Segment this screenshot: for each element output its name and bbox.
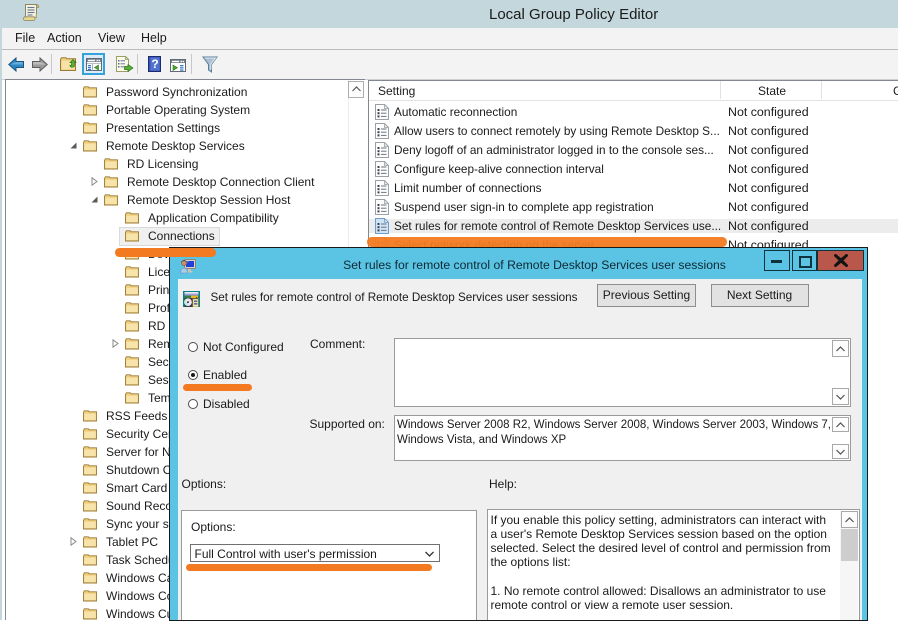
- svg-text:?: ?: [151, 57, 158, 71]
